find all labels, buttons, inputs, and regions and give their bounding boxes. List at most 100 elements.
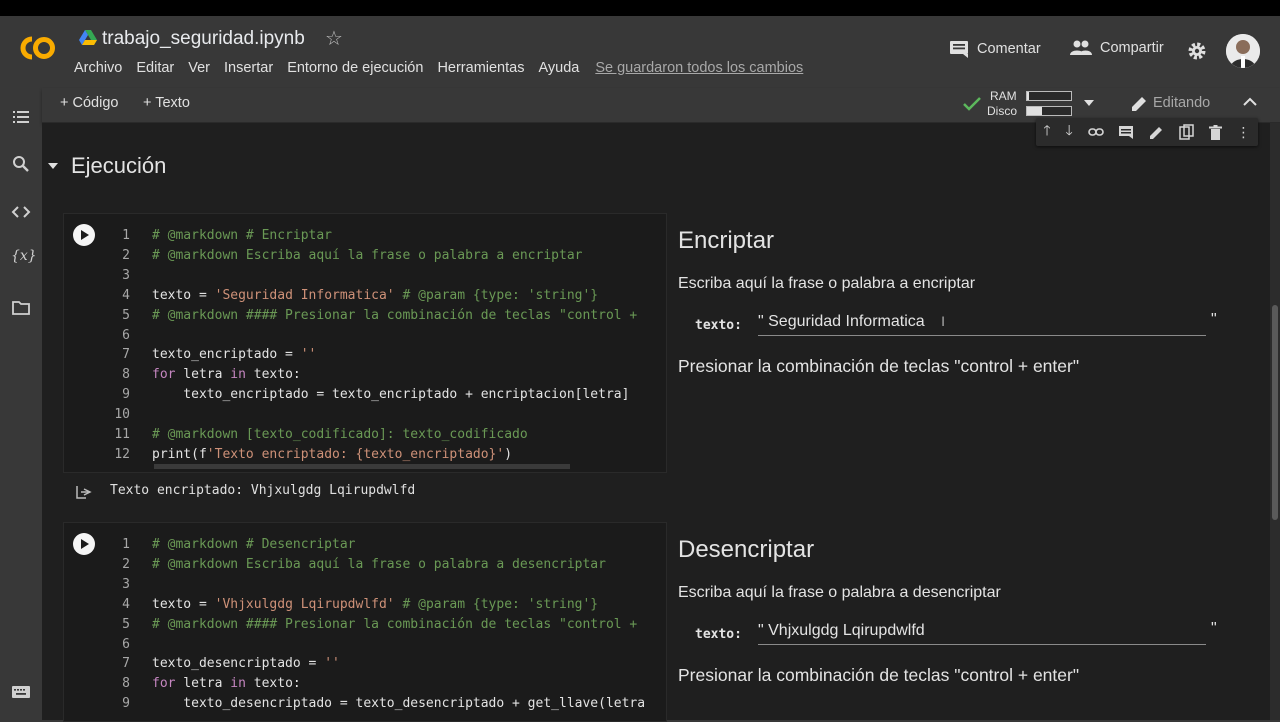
colab-logo-icon[interactable] — [14, 30, 58, 66]
menu-herramientas[interactable]: Herramientas — [437, 60, 524, 76]
form-instruction: Presionar la combinación de teclas "cont… — [678, 356, 1080, 376]
form-title: Encriptar — [678, 227, 775, 254]
code-cell-decrypt[interactable]: 1 # @markdown # Desencriptar 2 # @markdown … — [63, 522, 667, 722]
line-number: 4 — [122, 596, 130, 612]
line-number: 11 — [114, 427, 130, 442]
comment-cell-icon[interactable] — [1118, 125, 1134, 140]
line-number: 3 — [122, 267, 130, 283]
check-icon — [962, 95, 982, 113]
code-line[interactable]: # @markdown # Desencriptar — [152, 537, 356, 552]
form-description: Escriba aquí la frase o palabra a desenc… — [678, 584, 1001, 601]
search-icon[interactable] — [11, 154, 31, 174]
share-label: Compartir — [1100, 40, 1164, 56]
scrollbar-thumb[interactable] — [1272, 305, 1278, 520]
disk-label: Disco — [987, 104, 1018, 118]
ram-meter — [1026, 91, 1072, 101]
line-number: 5 — [122, 616, 130, 632]
comment-button[interactable]: Comentar — [949, 40, 1041, 58]
field-value: " Seguridad Informatica — [758, 313, 925, 330]
code-editor[interactable]: 1 # @markdown # Desencriptar 2 # @markdown … — [64, 523, 666, 721]
resources-dropdown-icon[interactable] — [1083, 99, 1095, 107]
add-text-button[interactable]: + Texto — [143, 95, 190, 111]
code-cell-encrypt[interactable]: 1 # @markdown # Encriptar 2 # @markdown Esc… — [63, 213, 667, 473]
line-number: 8 — [122, 367, 130, 383]
code-line[interactable]: texto = 'Seguridad Informatica' # @param… — [152, 288, 598, 303]
line-number: 7 — [122, 656, 130, 672]
menu-entorno[interactable]: Entorno de ejecución — [287, 60, 423, 76]
code-snippets-icon[interactable] — [11, 202, 31, 222]
code-line[interactable]: # @markdown Escriba aquí la frase o pala… — [152, 557, 606, 572]
line-number: 9 — [122, 696, 130, 712]
toc-icon[interactable] — [11, 107, 31, 127]
code-line[interactable]: # @markdown # Encriptar — [152, 228, 332, 243]
move-down-icon[interactable]: 🡓 — [1065, 120, 1072, 144]
code-line[interactable]: # @markdown [texto_codificado]: texto_co… — [152, 427, 528, 442]
line-number: 6 — [122, 327, 130, 343]
code-line[interactable]: # @markdown #### Presionar la combinació… — [152, 617, 637, 632]
top-bar-strip — [0, 0, 1280, 16]
line-number: 8 — [122, 676, 130, 692]
add-code-button[interactable]: + Código — [60, 95, 118, 111]
code-line[interactable]: # @markdown Escriba aquí la frase o pala… — [152, 248, 582, 263]
code-line[interactable]: texto_desencriptado = '' — [152, 656, 340, 671]
line-number: 3 — [122, 576, 130, 592]
share-button[interactable]: Compartir — [1070, 40, 1164, 56]
form-description: Escriba aquí la frase o palabra a encrip… — [678, 275, 976, 292]
link-icon[interactable] — [1087, 127, 1104, 137]
texto-input-field[interactable]: " Seguridad Informatica I — [758, 313, 1206, 336]
line-number: 10 — [114, 407, 130, 423]
terminal-icon[interactable] — [11, 682, 31, 702]
variables-icon[interactable]: {x} — [11, 248, 37, 268]
star-icon[interactable]: ☆ — [325, 26, 343, 51]
field-value: " Vhjxulgdg Lqirupdwlfd — [758, 622, 925, 639]
editing-mode-button[interactable]: Editando — [1153, 95, 1210, 111]
cell-output: Texto encriptado: Vhjxulgdg Lqirupdwlfd — [110, 483, 416, 498]
code-hscroll[interactable] — [154, 464, 570, 469]
code-line[interactable]: print(f'Texto encriptado: {texto_encript… — [152, 447, 512, 462]
menu-editar[interactable]: Editar — [136, 60, 174, 76]
menu-archivo[interactable]: Archivo — [74, 60, 122, 76]
disk-meter-fill — [1027, 107, 1043, 115]
folder-icon[interactable] — [11, 298, 31, 318]
code-line[interactable]: texto_desencriptado = texto_desencriptad… — [152, 696, 645, 711]
more-options-icon[interactable]: ⋮ — [1237, 124, 1251, 141]
field-label: texto: — [695, 627, 742, 642]
section-collapse-icon[interactable] — [47, 162, 59, 170]
mirror-cell-icon[interactable] — [1179, 124, 1194, 140]
comment-label: Comentar — [977, 41, 1041, 57]
section-title: Ejecución — [71, 153, 167, 178]
field-end-quote: " — [1211, 620, 1217, 637]
move-up-icon[interactable]: 🡑 — [1043, 120, 1050, 144]
code-line[interactable]: texto_encriptado = texto_encriptado + en… — [152, 387, 629, 402]
people-icon — [1070, 40, 1092, 55]
code-line[interactable]: for letra in texto: — [152, 676, 301, 691]
line-number: 4 — [122, 287, 130, 303]
gear-icon[interactable] — [1187, 41, 1207, 61]
disk-meter — [1026, 106, 1072, 116]
code-line[interactable]: texto = 'Vhjxulgdg Lqirupdwlfd' # @param… — [152, 597, 598, 612]
line-number: 9 — [122, 387, 130, 403]
edit-cell-icon[interactable] — [1149, 125, 1164, 140]
menu-ayuda[interactable]: Ayuda — [538, 60, 579, 76]
texto-input-field[interactable]: " Vhjxulgdg Lqirupdwlfd — [758, 622, 1206, 645]
avatar[interactable] — [1226, 34, 1260, 68]
delete-icon[interactable] — [1208, 124, 1222, 140]
code-line[interactable]: # @markdown #### Presionar la combinació… — [152, 308, 637, 323]
menu-ver[interactable]: Ver — [188, 60, 210, 76]
pencil-icon — [1130, 95, 1148, 113]
form-title: Desencriptar — [678, 536, 815, 563]
code-editor[interactable]: 1 # @markdown # Encriptar 2 # @markdown Esc… — [64, 214, 666, 472]
code-line[interactable]: for letra in texto: — [152, 367, 301, 382]
menu-insertar[interactable]: Insertar — [224, 60, 273, 76]
line-number: 12 — [114, 446, 130, 462]
ram-meter-fill — [1027, 92, 1030, 100]
drive-icon — [79, 30, 97, 46]
save-status-link[interactable]: Se guardaron todos los cambios — [595, 60, 803, 76]
code-line[interactable]: texto_encriptado = '' — [152, 347, 316, 362]
left-sidebar: {x} — [0, 88, 43, 720]
field-end-quote: " — [1211, 311, 1217, 328]
collapse-header-icon[interactable] — [1243, 97, 1257, 107]
output-icon[interactable] — [76, 484, 94, 500]
form-instruction: Presionar la combinación de teclas "cont… — [678, 665, 1080, 685]
notebook-title[interactable]: trabajo_seguridad.ipynb — [102, 28, 305, 50]
